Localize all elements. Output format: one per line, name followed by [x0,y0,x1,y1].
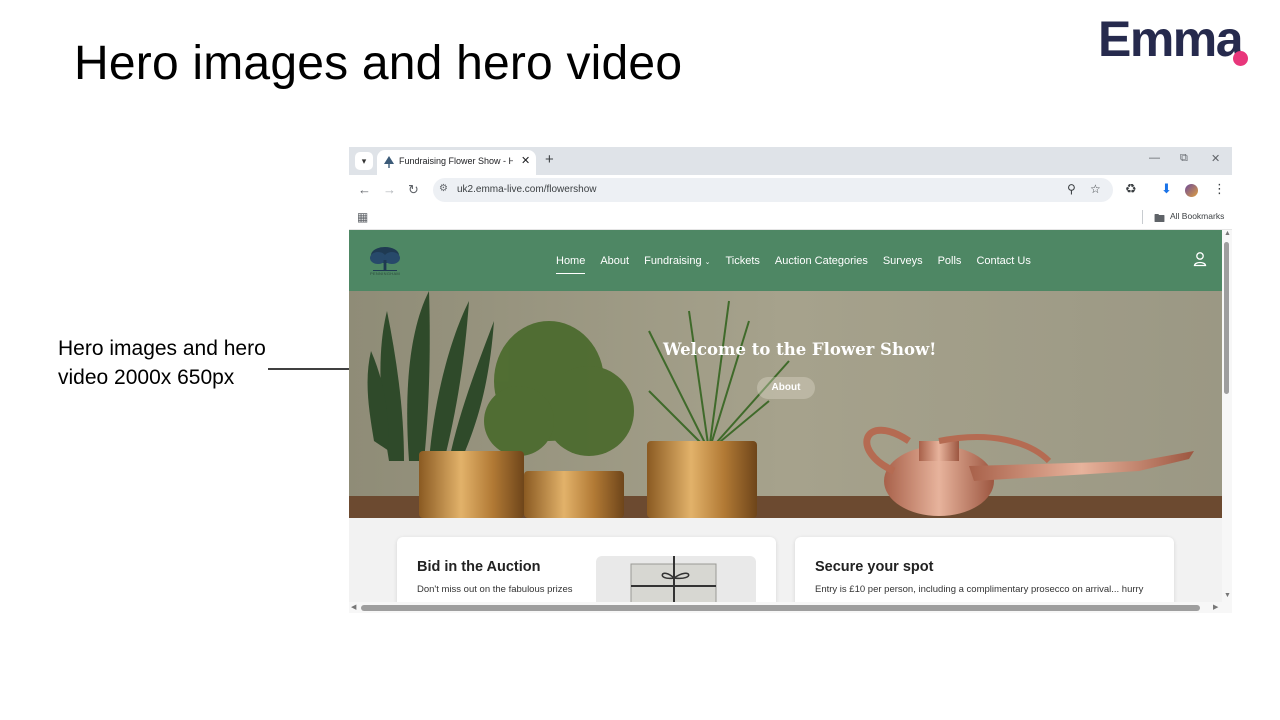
browser-window: ▾ Fundraising Flower Show - Hon ✕ + — ⧉ … [349,147,1232,613]
scroll-down-arrow-icon[interactable]: ▼ [1224,592,1231,599]
card-title: Bid in the Auction [417,559,541,575]
download-icon[interactable]: ⬇ [1161,181,1172,197]
profile-avatar[interactable] [1185,184,1198,197]
bookmarks-divider [1142,210,1143,224]
nav-polls[interactable]: Polls [938,254,962,274]
tab-search-menu-icon[interactable]: ▾ [355,152,373,170]
tab-title: Fundraising Flower Show - Hon [399,156,513,166]
webpage: PENNINGHAM Home About Fundraising ⌄ Ticke… [349,230,1222,602]
browser-tab[interactable]: Fundraising Flower Show - Hon ✕ [377,150,536,175]
card-title: Secure your spot [815,559,934,575]
horizontal-scroll-thumb[interactable] [361,605,1200,611]
extensions-icon[interactable]: ♻ [1125,181,1137,197]
emma-logo: Emma [1098,11,1244,67]
auction-card[interactable]: Bid in the Auction Don't miss out on the… [397,537,776,602]
nav-tickets[interactable]: Tickets [725,254,759,274]
hero-banner: Welcome to the Flower Show! About [349,291,1222,518]
scroll-right-arrow-icon[interactable]: ▶ [1213,603,1218,611]
hero-plants-image [349,291,1222,518]
reload-icon[interactable]: ↻ [408,182,419,198]
emma-logo-dot [1233,51,1248,66]
user-account-icon[interactable] [1192,251,1208,267]
nav-about[interactable]: About [600,254,629,274]
tickets-card[interactable]: Secure your spot Entry is £10 per person… [795,537,1174,602]
browser-toolbar: ← → ↻ ⚙ uk2.emma-live.com/flowershow ⚲ ☆… [349,175,1232,205]
apps-grid-icon[interactable]: ▦ [357,210,368,224]
scroll-up-arrow-icon[interactable]: ▲ [1224,230,1231,237]
bookmark-star-icon[interactable]: ☆ [1090,182,1101,196]
zoom-icon[interactable]: ⚲ [1067,182,1076,196]
new-tab-icon[interactable]: + [545,151,554,168]
all-bookmarks-link[interactable]: All Bookmarks [1170,211,1224,221]
site-navbar: PENNINGHAM Home About Fundraising ⌄ Ticke… [349,230,1222,291]
bookmarks-bar: ▦ 🖿 All Bookmarks [349,205,1232,230]
site-info-icon[interactable]: ⚙ [439,183,448,194]
card-text: Don't miss out on the fabulous prizes [417,584,573,595]
gift-box-image [596,556,756,602]
vertical-scroll-thumb[interactable] [1224,242,1229,394]
tree-favicon-icon [384,156,394,168]
tab-strip: ▾ Fundraising Flower Show - Hon ✕ + — ⧉ … [349,147,1232,175]
logo-caption: PENNINGHAM [369,271,401,276]
forward-icon[interactable]: → [383,182,396,197]
tab-close-icon[interactable]: ✕ [521,154,530,167]
folder-icon[interactable]: 🖿 [1154,210,1165,229]
card-text: Entry is £10 per person, including a com… [815,584,1144,595]
hero-heading: Welcome to the Flower Show! [663,340,937,359]
horizontal-scrollbar[interactable]: ◀ ▶ [349,602,1232,613]
chevron-down-icon: ⌄ [704,259,711,266]
nav-home[interactable]: Home [556,254,586,274]
restore-icon[interactable]: ⧉ [1180,152,1188,165]
hero-about-button[interactable]: About [757,377,815,399]
minimize-icon[interactable]: — [1149,152,1160,164]
slide-title: Hero images and hero video [74,37,683,90]
nav-contact-us[interactable]: Contact Us [976,254,1030,274]
nav-surveys[interactable]: Surveys [883,254,923,274]
back-icon[interactable]: ← [358,182,371,197]
vertical-scrollbar[interactable]: ▲ ▼ [1222,230,1232,602]
scroll-left-arrow-icon[interactable]: ◀ [351,603,356,611]
window-close-icon[interactable]: ✕ [1211,152,1220,165]
nav-fundraising[interactable]: Fundraising ⌄ [644,254,710,274]
main-menu: Home About Fundraising ⌄ Tickets Auction … [556,254,1046,274]
nav-auction-categories[interactable]: Auction Categories [775,254,868,274]
kebab-menu-icon[interactable]: ⋮ [1213,181,1226,197]
url-text: uk2.emma-live.com/flowershow [457,184,597,195]
address-bar[interactable]: ⚙ uk2.emma-live.com/flowershow ⚲ ☆ [433,178,1113,202]
